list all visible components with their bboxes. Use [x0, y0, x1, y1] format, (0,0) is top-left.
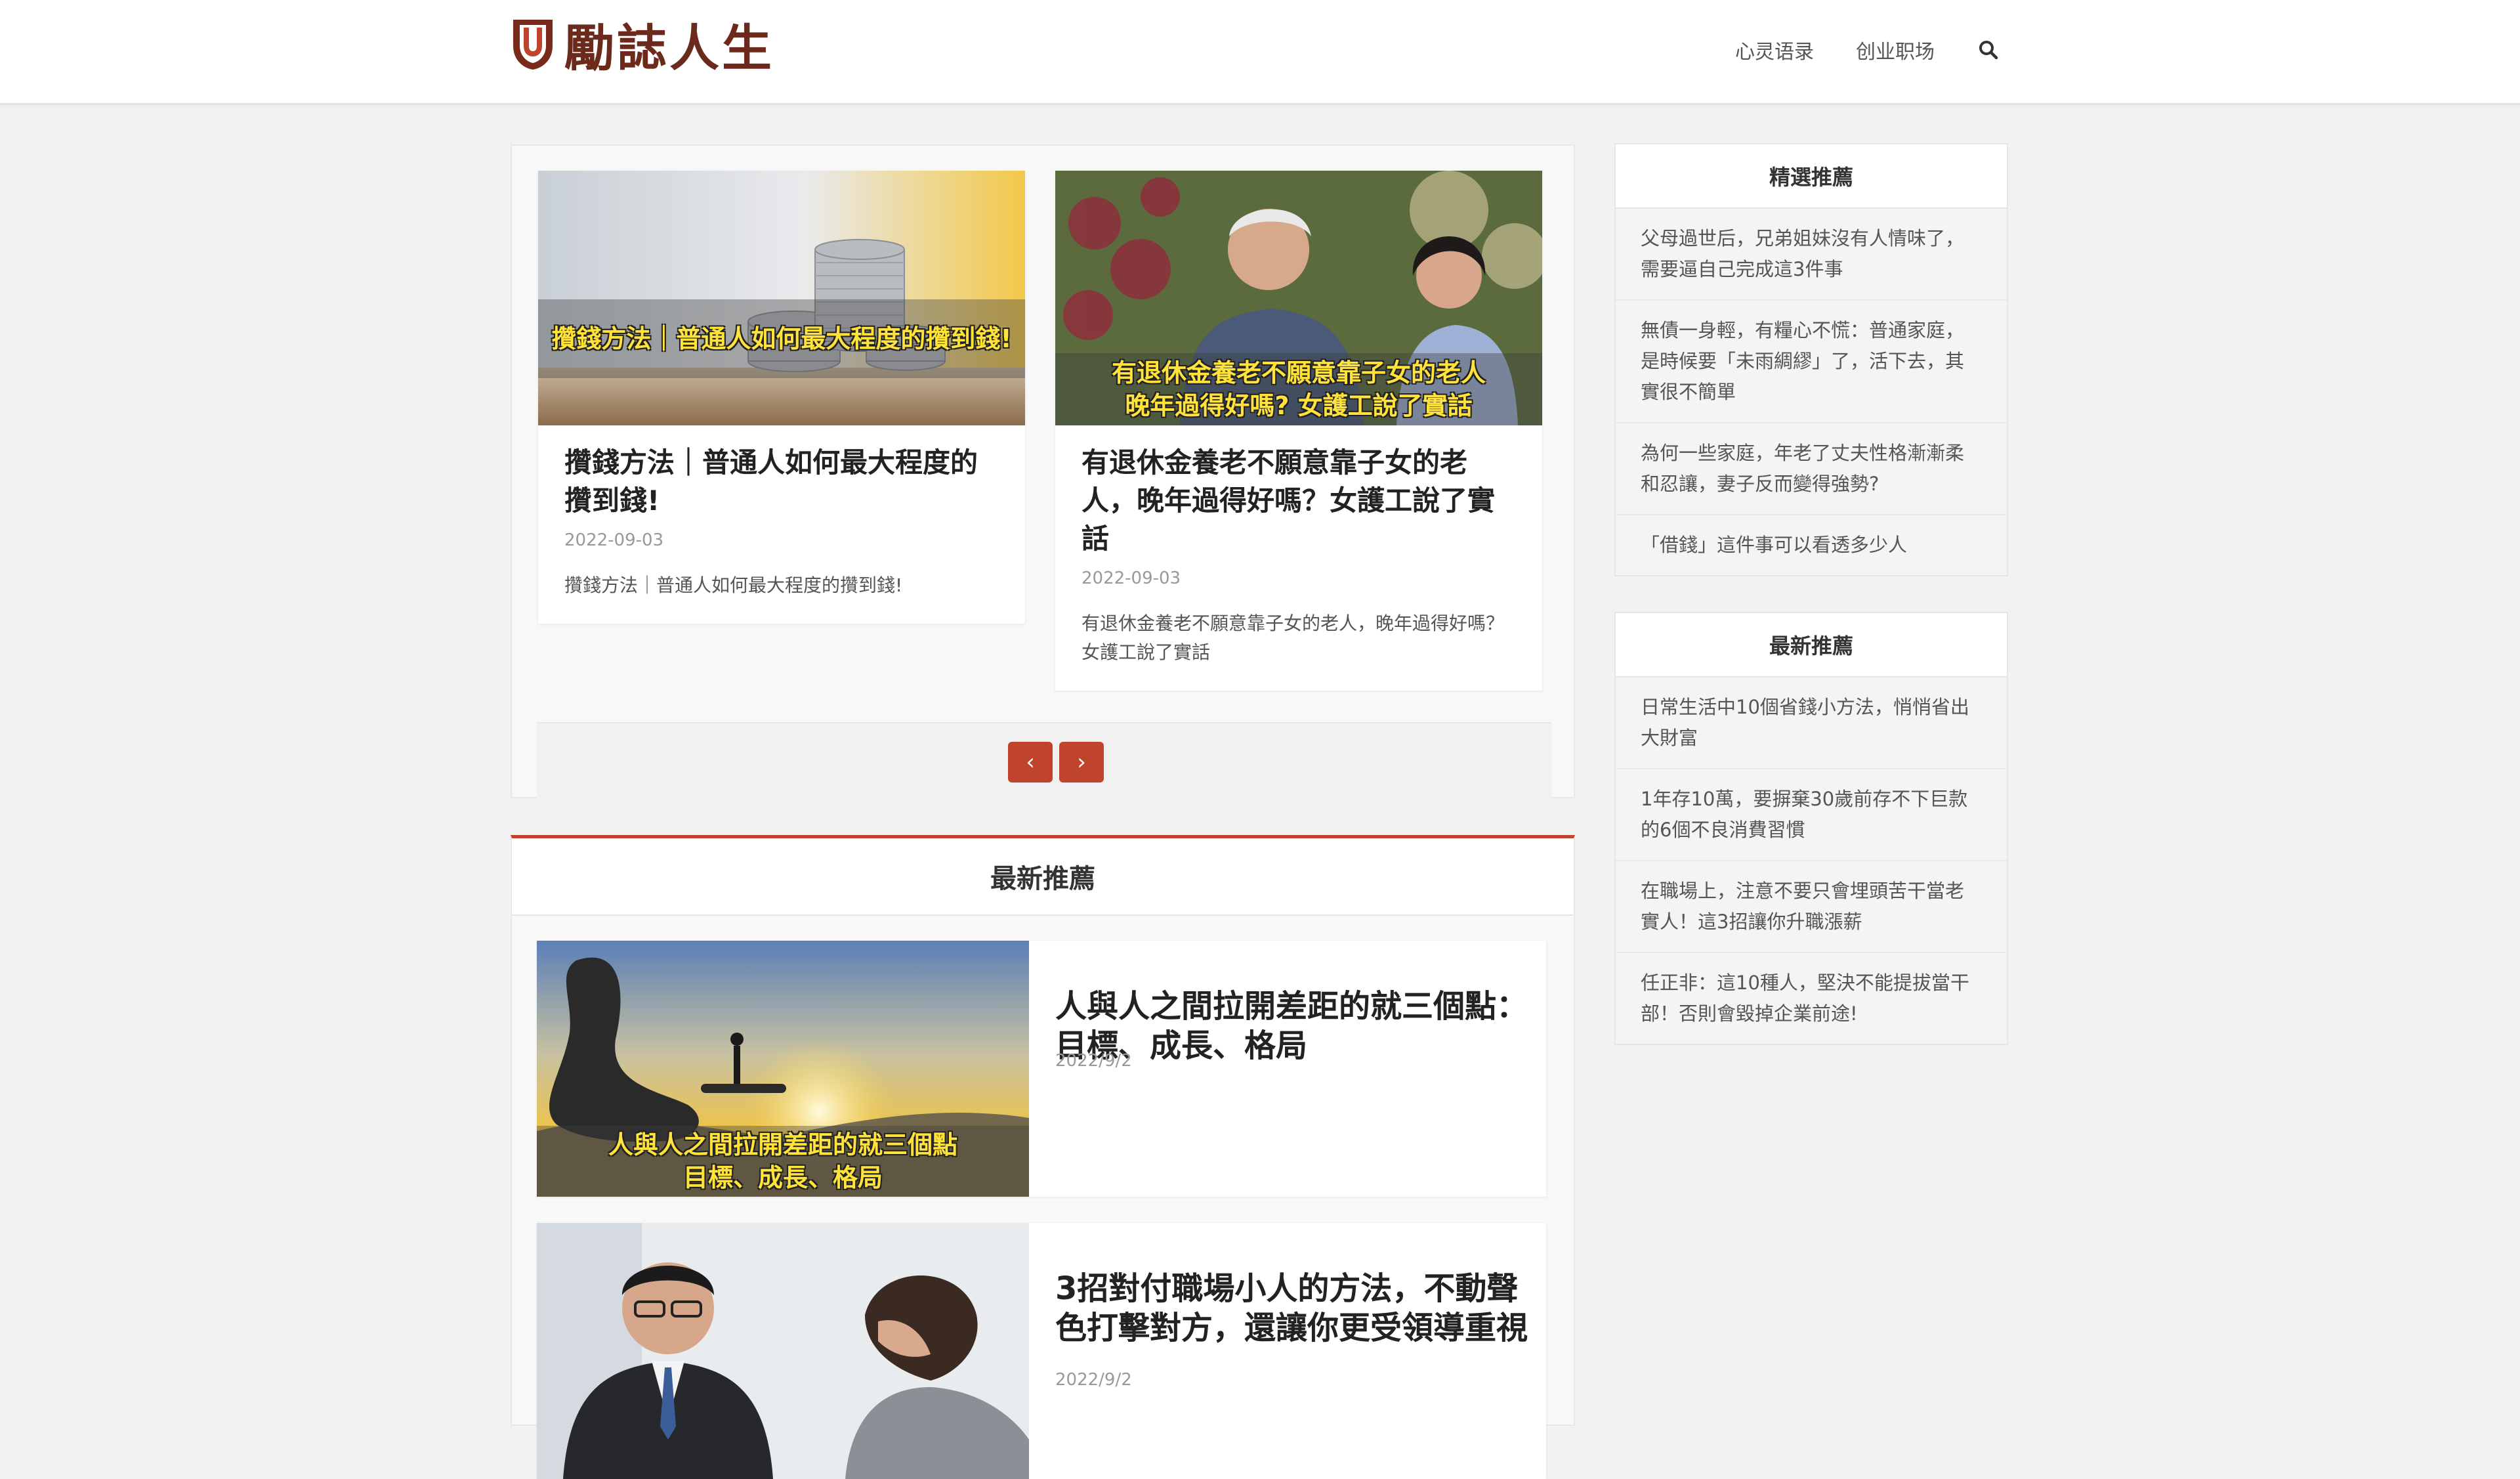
site-logo[interactable]: 勵誌人生	[511, 16, 774, 77]
latest-widget: 最新推薦 日常生活中10個省錢小方法，悄悄省出大財富 1年存10萬，要摒棄30歲…	[1614, 612, 2008, 1045]
widget-link[interactable]: 任正非：這10種人，堅決不能提拔當干部！否則會毀掉企業前途!	[1616, 953, 2007, 1044]
post-thumbnail-sunset[interactable]: 人與人之間拉開差距的就三個點 目標、成長、格局	[537, 941, 1029, 1197]
carousel-next-button[interactable]: ›	[1059, 742, 1104, 782]
post-date: 2022/9/2	[1055, 1370, 1132, 1390]
widget-title: 最新推薦	[1616, 613, 2007, 677]
carousel-slide[interactable]: 有退休金養老不願意靠子女的老人 晚年過得好嗎? 女護工說了實話 有退休金養老不願…	[1055, 171, 1542, 691]
featured-carousel: 攢錢方法｜普通人如何最大程度的攢到錢! 攢錢方法｜普通人如何最大程度的攢到錢! …	[511, 144, 1575, 798]
post-title[interactable]: 3招對付職場小人的方法，不動聲色打擊對方，還讓你更受領導重視	[1055, 1269, 1528, 1348]
widget-link[interactable]: 在職場上，注意不要只會埋頭苦干當老實人！這3招讓你升職漲薪	[1616, 861, 2007, 953]
slide-excerpt: 攢錢方法｜普通人如何最大程度的攢到錢!	[564, 574, 903, 596]
slide-date: 2022-09-03	[564, 530, 664, 550]
nav-item-quotes[interactable]: 心灵语录	[1735, 35, 1814, 64]
widget-link[interactable]: 無債一身輕，有糧心不慌：普通家庭，是時候要「未雨綢繆」了，活下去，其實很不簡單	[1616, 301, 2007, 423]
image-caption-band: 人與人之間拉開差距的就三個點 目標、成長、格局	[537, 1126, 1029, 1197]
slide-title[interactable]: 有退休金養老不願意靠子女的老人，晚年過得好嗎？女護工說了實話	[1082, 444, 1516, 558]
post-date: 2022/9/2	[1055, 1051, 1132, 1071]
image-caption: 目標、成長、格局	[682, 1163, 883, 1192]
chevron-right-icon: ›	[1077, 749, 1086, 775]
carousel-slide[interactable]: 攢錢方法｜普通人如何最大程度的攢到錢! 攢錢方法｜普通人如何最大程度的攢到錢! …	[538, 171, 1025, 624]
logo-shield-icon	[513, 20, 553, 70]
widget-link[interactable]: 1年存10萬，要摒棄30歲前存不下巨款的6個不良消費習慣	[1616, 769, 2007, 861]
post-thumbnail-office[interactable]	[537, 1223, 1029, 1479]
slide-date: 2022-09-03	[1082, 568, 1181, 588]
main-nav: 心灵语录 创业职场	[1693, 35, 2000, 64]
slide-thumbnail-coins[interactable]: 攢錢方法｜普通人如何最大程度的攢到錢!	[538, 171, 1025, 425]
post-card[interactable]: 3招對付職場小人的方法，不動聲色打擊對方，還讓你更受領導重視 2022/9/2	[537, 1223, 1546, 1479]
search-icon	[1979, 41, 1998, 60]
slide-excerpt: 有退休金養老不願意靠子女的老人，晚年過得好嗎？女護工說了實話	[1082, 612, 1505, 663]
search-button[interactable]	[1977, 38, 2000, 62]
featured-widget: 精選推薦 父母過世后，兄弟姐妹沒有人情味了，需要逼自己完成這3件事 無債一身輕，…	[1614, 143, 2008, 576]
slide-thumbnail-elderly[interactable]: 有退休金養老不願意靠子女的老人 晚年過得好嗎? 女護工說了實話	[1055, 171, 1542, 425]
widget-title: 精選推薦	[1616, 144, 2007, 209]
carousel-controls: ‹ ›	[537, 722, 1551, 798]
image-caption: 晚年過得好嗎? 女護工說了實話	[1125, 391, 1473, 420]
image-caption: 人與人之間拉開差距的就三個點	[608, 1130, 957, 1159]
slide-title[interactable]: 攢錢方法｜普通人如何最大程度的攢到錢!	[564, 444, 999, 520]
widget-link[interactable]: 父母過世后，兄弟姐妹沒有人情味了，需要逼自己完成這3件事	[1616, 209, 2007, 301]
logo-text: 勵誌人生	[564, 19, 774, 77]
image-caption: 有退休金養老不願意靠子女的老人	[1111, 358, 1486, 387]
nav-item-career[interactable]: 创业职场	[1856, 35, 1935, 64]
section-title: 最新推薦	[512, 838, 1574, 916]
post-card[interactable]: 人與人之間拉開差距的就三個點 目標、成長、格局 人與人之間拉開差距的就三個點：目…	[537, 941, 1546, 1197]
image-caption: 攢錢方法｜普通人如何最大程度的攢到錢!	[551, 324, 1012, 353]
widget-link[interactable]: 日常生活中10個省錢小方法，悄悄省出大財富	[1616, 677, 2007, 769]
chevron-left-icon: ‹	[1026, 749, 1035, 775]
site-header: 勵誌人生 心灵语录 创业职场	[0, 0, 2520, 105]
image-caption-band: 有退休金養老不願意靠子女的老人 晚年過得好嗎? 女護工說了實話	[1055, 353, 1542, 425]
image-caption-band: 攢錢方法｜普通人如何最大程度的攢到錢!	[538, 299, 1025, 378]
carousel-prev-button[interactable]: ‹	[1008, 742, 1053, 782]
widget-link[interactable]: 為何一些家庭，年老了丈夫性格漸漸柔和忍讓，妻子反而變得強勢?	[1616, 423, 2007, 515]
widget-link[interactable]: 「借錢」這件事可以看透多少人	[1616, 515, 2007, 575]
latest-posts-section: 最新推薦 人與人之間拉開差距的就三個點 目標、成長、格局 人與人之間拉開差距的就…	[511, 835, 1575, 1479]
